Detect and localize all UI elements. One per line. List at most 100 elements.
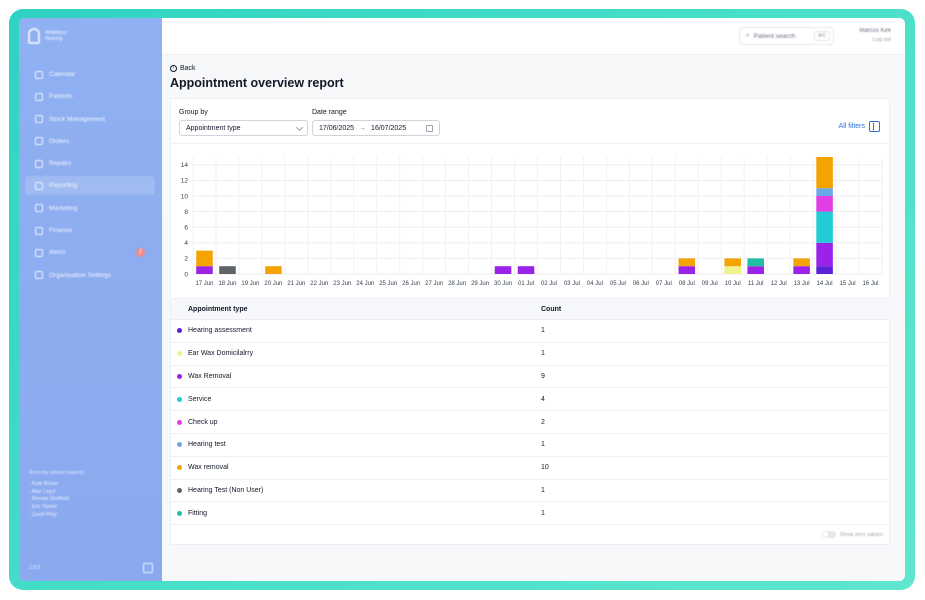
appointment-type-label: Hearing assessment [188, 327, 252, 335]
legend-dot [177, 328, 182, 334]
count-cell: 1 [541, 441, 545, 449]
sidebar-item-label: Patients [49, 93, 73, 101]
recent-patient-link[interactable]: - Brenda Sheffield [29, 496, 84, 504]
sidebar-item-patients[interactable]: Patients [25, 87, 155, 106]
appointment-type-cell: Service [171, 396, 541, 403]
sidebar-item-label: Organisation Settings [49, 271, 112, 279]
bar-segment [678, 258, 696, 267]
appointments-chart: 0 2 4 6 8 10 12 14 17 Jun 18 Jun 19 Jun 20 Jun 21 Ju… [171, 149, 891, 294]
user-menu[interactable]: Marcus Kirk Log out [859, 27, 891, 45]
legend-dot [177, 396, 182, 402]
sidebar-item-marketing[interactable]: Marketing [25, 199, 155, 218]
group-by-value: Appointment type [186, 124, 241, 132]
bar-segment [219, 266, 236, 274]
sidebar-item-label: Orders [49, 137, 69, 145]
x-tick-label: 25 Jun [379, 281, 397, 287]
logout-link[interactable]: Log out [859, 36, 891, 45]
bar-segment [196, 250, 213, 267]
sidebar-item-organisation-settings[interactable]: Organisation Settings [25, 266, 155, 285]
patient-search[interactable]: ⌕ Patient search ⌘K [739, 27, 834, 45]
appointment-type-cell: Hearing Test (Non User) [171, 487, 541, 494]
users-icon [35, 92, 43, 101]
legend-dot [177, 351, 182, 357]
sidebar-item-label: Stock Management [49, 115, 106, 123]
count-cell: 1 [541, 350, 545, 358]
show-zero-values[interactable]: Show zero values [821, 531, 883, 538]
date-range-label: Date range [312, 109, 347, 116]
header-count: Count [541, 305, 562, 313]
bar-segment [793, 266, 810, 274]
table-row: Wax Removal 9 [171, 366, 891, 389]
topbar: ⌕ Patient search ⌘K Marcus Kirk Log out [162, 18, 905, 55]
appointment-type-cell: Wax removal [171, 464, 541, 471]
legend-dot [177, 442, 182, 448]
recent-patient-link[interactable]: - Eric Tanner [29, 504, 84, 512]
collapse-sidebar-icon[interactable] [143, 563, 153, 573]
appointment-type-label: Hearing test [188, 441, 226, 449]
x-tick-label: 19 Jun [241, 281, 259, 287]
x-tick-label: 09 Jul [702, 281, 718, 287]
sidebar-item-label: Marketing [49, 204, 78, 212]
x-tick-label: 13 Jul [794, 281, 810, 287]
y-tick-label: 6 [184, 225, 188, 232]
sidebar-item-reporting[interactable]: Reporting [25, 176, 155, 196]
table-row: Wax removal 10 [171, 457, 891, 480]
bar-segment [793, 258, 810, 267]
x-tick-label: 21 Jun [287, 281, 305, 287]
x-tick-label: 03 Jul [564, 281, 580, 287]
sidebar-item-calendar[interactable]: Calendar [25, 65, 155, 84]
count-cell: 1 [541, 486, 545, 494]
x-tick-label: 22 Jun [310, 281, 328, 287]
bar-segment [494, 266, 512, 274]
appointment-type-label: Ear Wax Domicilalrry [188, 350, 254, 358]
x-tick-label: 16 Jul [863, 281, 879, 287]
table-row: Ear Wax Domicilalrry 1 [171, 343, 891, 366]
ear-icon [28, 28, 40, 44]
sidebar-nav: Calendar Patients Stock Management Orders Re… [25, 65, 155, 288]
bar-segment [816, 188, 833, 196]
sidebar-item-repairs[interactable]: Repairs [25, 154, 155, 173]
recent-patient-link[interactable]: - Alan Lloyd [29, 489, 84, 497]
appointment-type-cell: Hearing test [171, 441, 541, 448]
appointment-type-label: Hearing Test (Non User) [188, 486, 264, 494]
all-filters-link[interactable]: All filters [839, 123, 865, 130]
sidebar-item-finance[interactable]: Finance [25, 221, 155, 240]
calendar-icon [35, 70, 43, 79]
back-arrow-icon: ‹ [170, 65, 177, 72]
x-tick-label: 24 Jun [356, 281, 374, 287]
orders-icon [35, 137, 43, 146]
y-tick-label: 10 [181, 193, 189, 200]
filters-panel-icon[interactable] [869, 121, 880, 132]
sidebar-item-stock-management[interactable]: Stock Management [25, 110, 155, 129]
recent-patient-link[interactable]: - Kate Brown [29, 481, 84, 489]
back-link[interactable]: ‹ Back [170, 65, 196, 72]
sidebar-item-label: Calendar [49, 71, 76, 78]
sidebar-item-alerts[interactable]: Alerts 2 [25, 243, 155, 262]
brand-logo[interactable]: Whiddons Hearing [28, 28, 85, 44]
count-cell: 4 [541, 395, 545, 403]
zero-values-toggle[interactable] [821, 531, 836, 538]
x-tick-label: 23 Jun [333, 281, 351, 287]
finance-icon [35, 226, 43, 235]
x-tick-label: 26 Jun [402, 281, 420, 287]
chevron-down-icon [295, 123, 304, 132]
table-row: Service 4 [171, 388, 891, 412]
group-by-select[interactable]: Appointment type [179, 120, 308, 136]
count-cell: 1 [541, 509, 545, 517]
legend-dot [177, 487, 182, 493]
x-tick-label: 15 Jul [840, 281, 856, 287]
date-range-picker[interactable]: 17/06/2025 → 16/07/2025 [312, 120, 440, 136]
box-icon [35, 115, 43, 124]
alerts-count-badge: 2 [136, 248, 145, 258]
brand-name: Whiddons Hearing [45, 30, 68, 42]
appointment-type-label: Check up [188, 418, 218, 426]
y-tick-label: 12 [181, 178, 189, 185]
gear-icon [35, 271, 43, 280]
legend-dot [177, 373, 182, 379]
appointment-table: Appointment type Count Hearing assessmen… [171, 298, 891, 526]
sidebar-item-orders[interactable]: Orders [25, 132, 155, 151]
recent-patient-link[interactable]: - Geoff Philp [29, 512, 84, 520]
zero-values-label: Show zero values [839, 531, 883, 538]
appointment-type-label: Fitting [188, 509, 208, 517]
app-window: Whiddons Hearing Calendar Patients Stock M… [19, 18, 905, 581]
